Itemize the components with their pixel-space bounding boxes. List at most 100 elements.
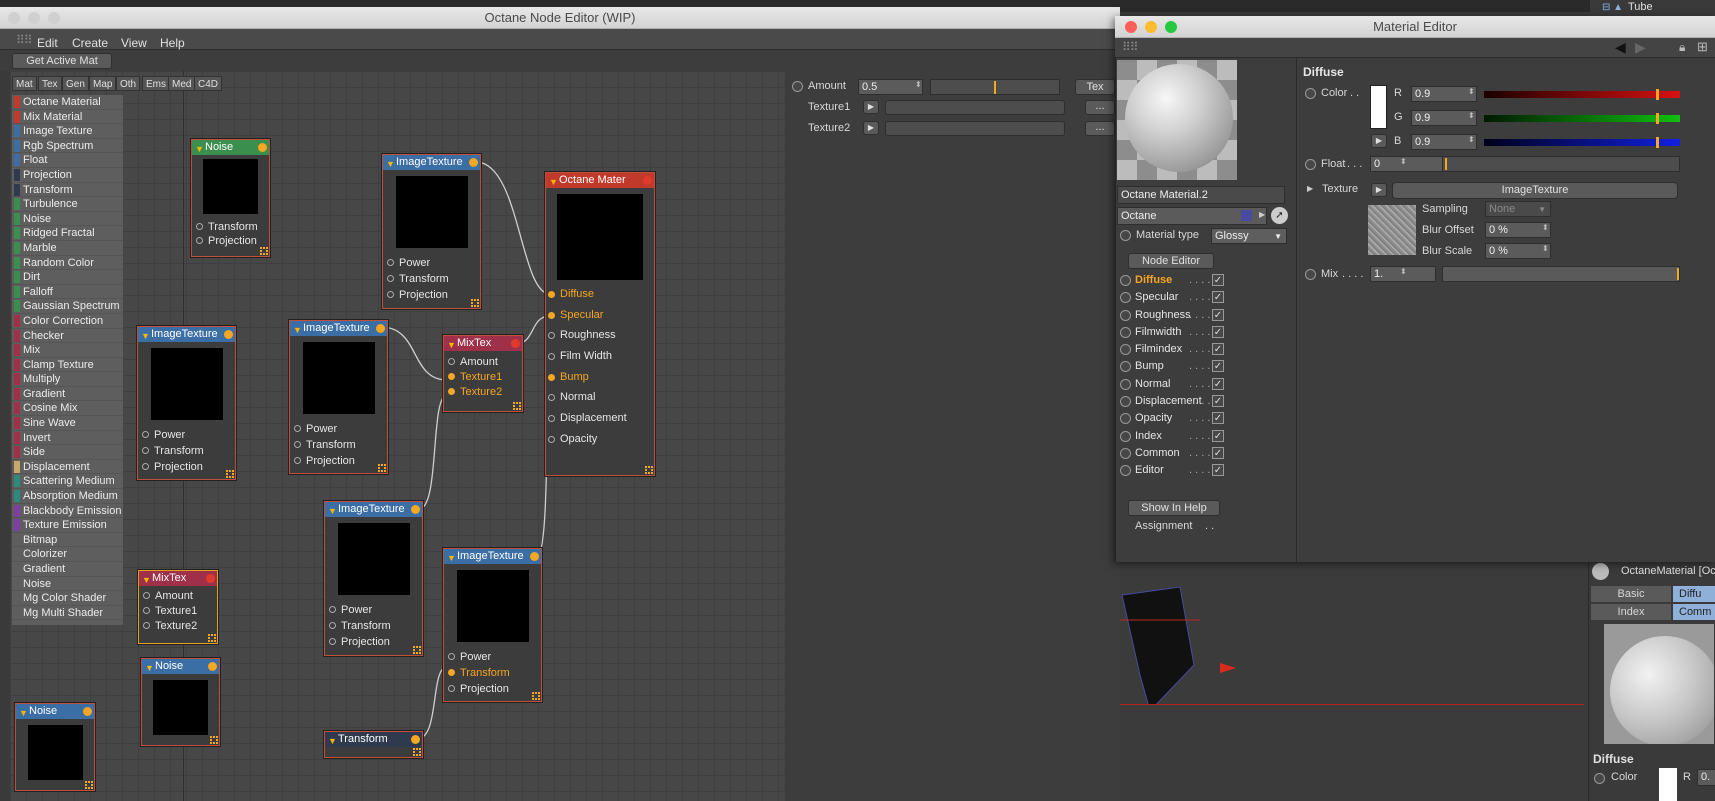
- channel-radio[interactable]: [1120, 326, 1131, 338]
- port-film-width[interactable]: Film Width: [546, 346, 654, 367]
- attr-tab-diffuse[interactable]: Diffu: [1673, 586, 1715, 602]
- output-port[interactable]: [411, 735, 420, 744]
- octane-material-node[interactable]: ▼ Octane Mater Diffuse Specular Roughness…: [545, 172, 655, 476]
- back-arrow-icon[interactable]: ◀: [1615, 39, 1626, 56]
- resize-grip-icon[interactable]: [413, 748, 421, 756]
- texture2-arrow-button[interactable]: ▶: [863, 121, 879, 135]
- zoom-icon[interactable]: [1165, 21, 1177, 33]
- port-opacity[interactable]: Opacity: [546, 429, 654, 450]
- port-projection[interactable]: Projection: [138, 460, 235, 474]
- port-texture2[interactable]: Texture2: [139, 619, 217, 633]
- channel-row-displacement[interactable]: Displacement. . . . ✓: [1117, 393, 1257, 410]
- channel-row-filmwidth[interactable]: Filmwidth . . . . ✓: [1117, 324, 1257, 341]
- port-displacement[interactable]: Displacement: [546, 408, 654, 429]
- new-window-icon[interactable]: ⊞: [1697, 39, 1708, 55]
- output-port[interactable]: [376, 324, 385, 333]
- output-port[interactable]: [469, 158, 478, 167]
- stepper-icon[interactable]: ⬍: [1542, 244, 1549, 253]
- texture1-arrow-button[interactable]: ▶: [863, 100, 879, 114]
- output-port[interactable]: [83, 707, 92, 716]
- resize-grip-icon[interactable]: [226, 470, 234, 478]
- mix-slider[interactable]: [1442, 266, 1680, 282]
- output-port[interactable]: [411, 505, 420, 514]
- collapse-icon[interactable]: ▼: [145, 661, 154, 676]
- imagetexture-node-4[interactable]: ▼ ImageTexture Power Transform Projection: [324, 501, 423, 656]
- port-amount[interactable]: Amount: [444, 355, 522, 369]
- port-transform[interactable]: Transform: [383, 272, 480, 286]
- output-port[interactable]: [643, 176, 652, 185]
- port-texture2[interactable]: Texture2: [444, 385, 522, 399]
- port-projection[interactable]: Projection: [383, 288, 480, 302]
- attr-r-field[interactable]: 0.: [1697, 769, 1715, 786]
- channel-row-diffuse[interactable]: Diffuse . . . . ✓: [1117, 272, 1257, 289]
- texture2-link-field[interactable]: [885, 121, 1065, 136]
- resize-grip-icon[interactable]: [378, 464, 386, 472]
- stepper-icon[interactable]: ⬍: [1542, 223, 1549, 232]
- port-bump[interactable]: Bump: [546, 367, 654, 388]
- resize-grip-icon[interactable]: [413, 646, 421, 654]
- port-power[interactable]: Power: [290, 422, 387, 436]
- close-icon[interactable]: [1125, 21, 1137, 33]
- channel-row-specular[interactable]: Specular . . . . ✓: [1117, 289, 1257, 306]
- channel-row-common[interactable]: Common . . . . ✓: [1117, 445, 1257, 462]
- port-amount[interactable]: Amount: [139, 589, 217, 603]
- attr-tab-basic[interactable]: Basic: [1591, 586, 1671, 602]
- output-port[interactable]: [206, 574, 215, 583]
- collapse-icon[interactable]: ▼: [19, 706, 28, 721]
- imagetexture-node-5[interactable]: ▼ ImageTexture Power Transform Projection: [443, 548, 542, 702]
- attr-color-swatch[interactable]: [1659, 768, 1677, 801]
- output-port[interactable]: [224, 330, 233, 339]
- texture1-more-button[interactable]: ...: [1085, 100, 1115, 115]
- port-power[interactable]: Power: [383, 256, 480, 270]
- channel-radio[interactable]: [1120, 309, 1131, 321]
- port-specular[interactable]: Specular: [546, 305, 654, 326]
- resize-grip-icon[interactable]: [513, 402, 521, 410]
- collapse-icon[interactable]: ▼: [142, 573, 151, 588]
- port-texture1[interactable]: Texture1: [139, 604, 217, 618]
- port-power[interactable]: Power: [138, 428, 235, 442]
- stepper-icon[interactable]: ⬍: [915, 80, 922, 89]
- b-slider[interactable]: [1484, 137, 1680, 148]
- port-power[interactable]: Power: [444, 650, 541, 664]
- imagetexture-node-3[interactable]: ▼ ImageTexture Power Transform Projection: [289, 320, 388, 474]
- channel-row-roughness[interactable]: Roughness. . . . ✓: [1117, 307, 1257, 324]
- collapse-icon[interactable]: ▼: [195, 142, 204, 157]
- resize-grip-icon[interactable]: [85, 781, 93, 789]
- checkbox-icon[interactable]: ✓: [1212, 429, 1224, 442]
- tex-button[interactable]: Tex: [1075, 79, 1115, 95]
- stepper-icon[interactable]: ⬍: [1400, 267, 1407, 276]
- checkbox-icon[interactable]: ✓: [1212, 446, 1224, 459]
- port-roughness[interactable]: Roughness: [546, 325, 654, 346]
- port-transform[interactable]: Transform: [444, 666, 541, 680]
- show-in-help-button[interactable]: Show In Help: [1128, 500, 1220, 516]
- material-type-select[interactable]: Glossy ▼: [1211, 228, 1287, 244]
- output-port[interactable]: [208, 662, 217, 671]
- port-transform[interactable]: Transform: [192, 220, 269, 234]
- amount-field[interactable]: 0.5: [858, 79, 923, 95]
- channel-row-filmindex[interactable]: Filmindex . . . . ✓: [1117, 341, 1257, 358]
- collapse-icon[interactable]: ▼: [386, 157, 395, 172]
- collapse-icon[interactable]: ▼: [141, 329, 150, 344]
- channel-radio[interactable]: [1120, 447, 1131, 459]
- transform-node[interactable]: ▼ Transform: [324, 731, 423, 758]
- port-diffuse[interactable]: Diffuse: [546, 284, 654, 305]
- g-slider[interactable]: [1484, 113, 1680, 124]
- renderer-arrow-icon[interactable]: ▶: [1259, 210, 1265, 219]
- minimize-icon[interactable]: [1145, 21, 1157, 33]
- resize-grip-icon[interactable]: [532, 692, 540, 700]
- channel-radio[interactable]: [1120, 361, 1131, 373]
- noise-node-2[interactable]: ▼ Noise: [141, 658, 220, 746]
- stepper-icon[interactable]: ⬍: [1400, 157, 1407, 166]
- output-port[interactable]: [530, 552, 539, 561]
- checkbox-icon[interactable]: ✓: [1212, 325, 1224, 338]
- resize-grip-icon[interactable]: [471, 299, 479, 307]
- resize-grip-icon[interactable]: [208, 634, 216, 642]
- texture1-link-field[interactable]: [885, 100, 1065, 115]
- mix-radio[interactable]: [1305, 269, 1316, 280]
- texture-expand-icon[interactable]: ▶: [1307, 184, 1313, 193]
- output-port[interactable]: [511, 339, 520, 348]
- checkbox-icon[interactable]: ✓: [1212, 464, 1224, 477]
- stepper-icon[interactable]: ⬍: [1468, 111, 1475, 120]
- channel-radio[interactable]: [1120, 292, 1131, 304]
- color-radio[interactable]: [1305, 88, 1316, 99]
